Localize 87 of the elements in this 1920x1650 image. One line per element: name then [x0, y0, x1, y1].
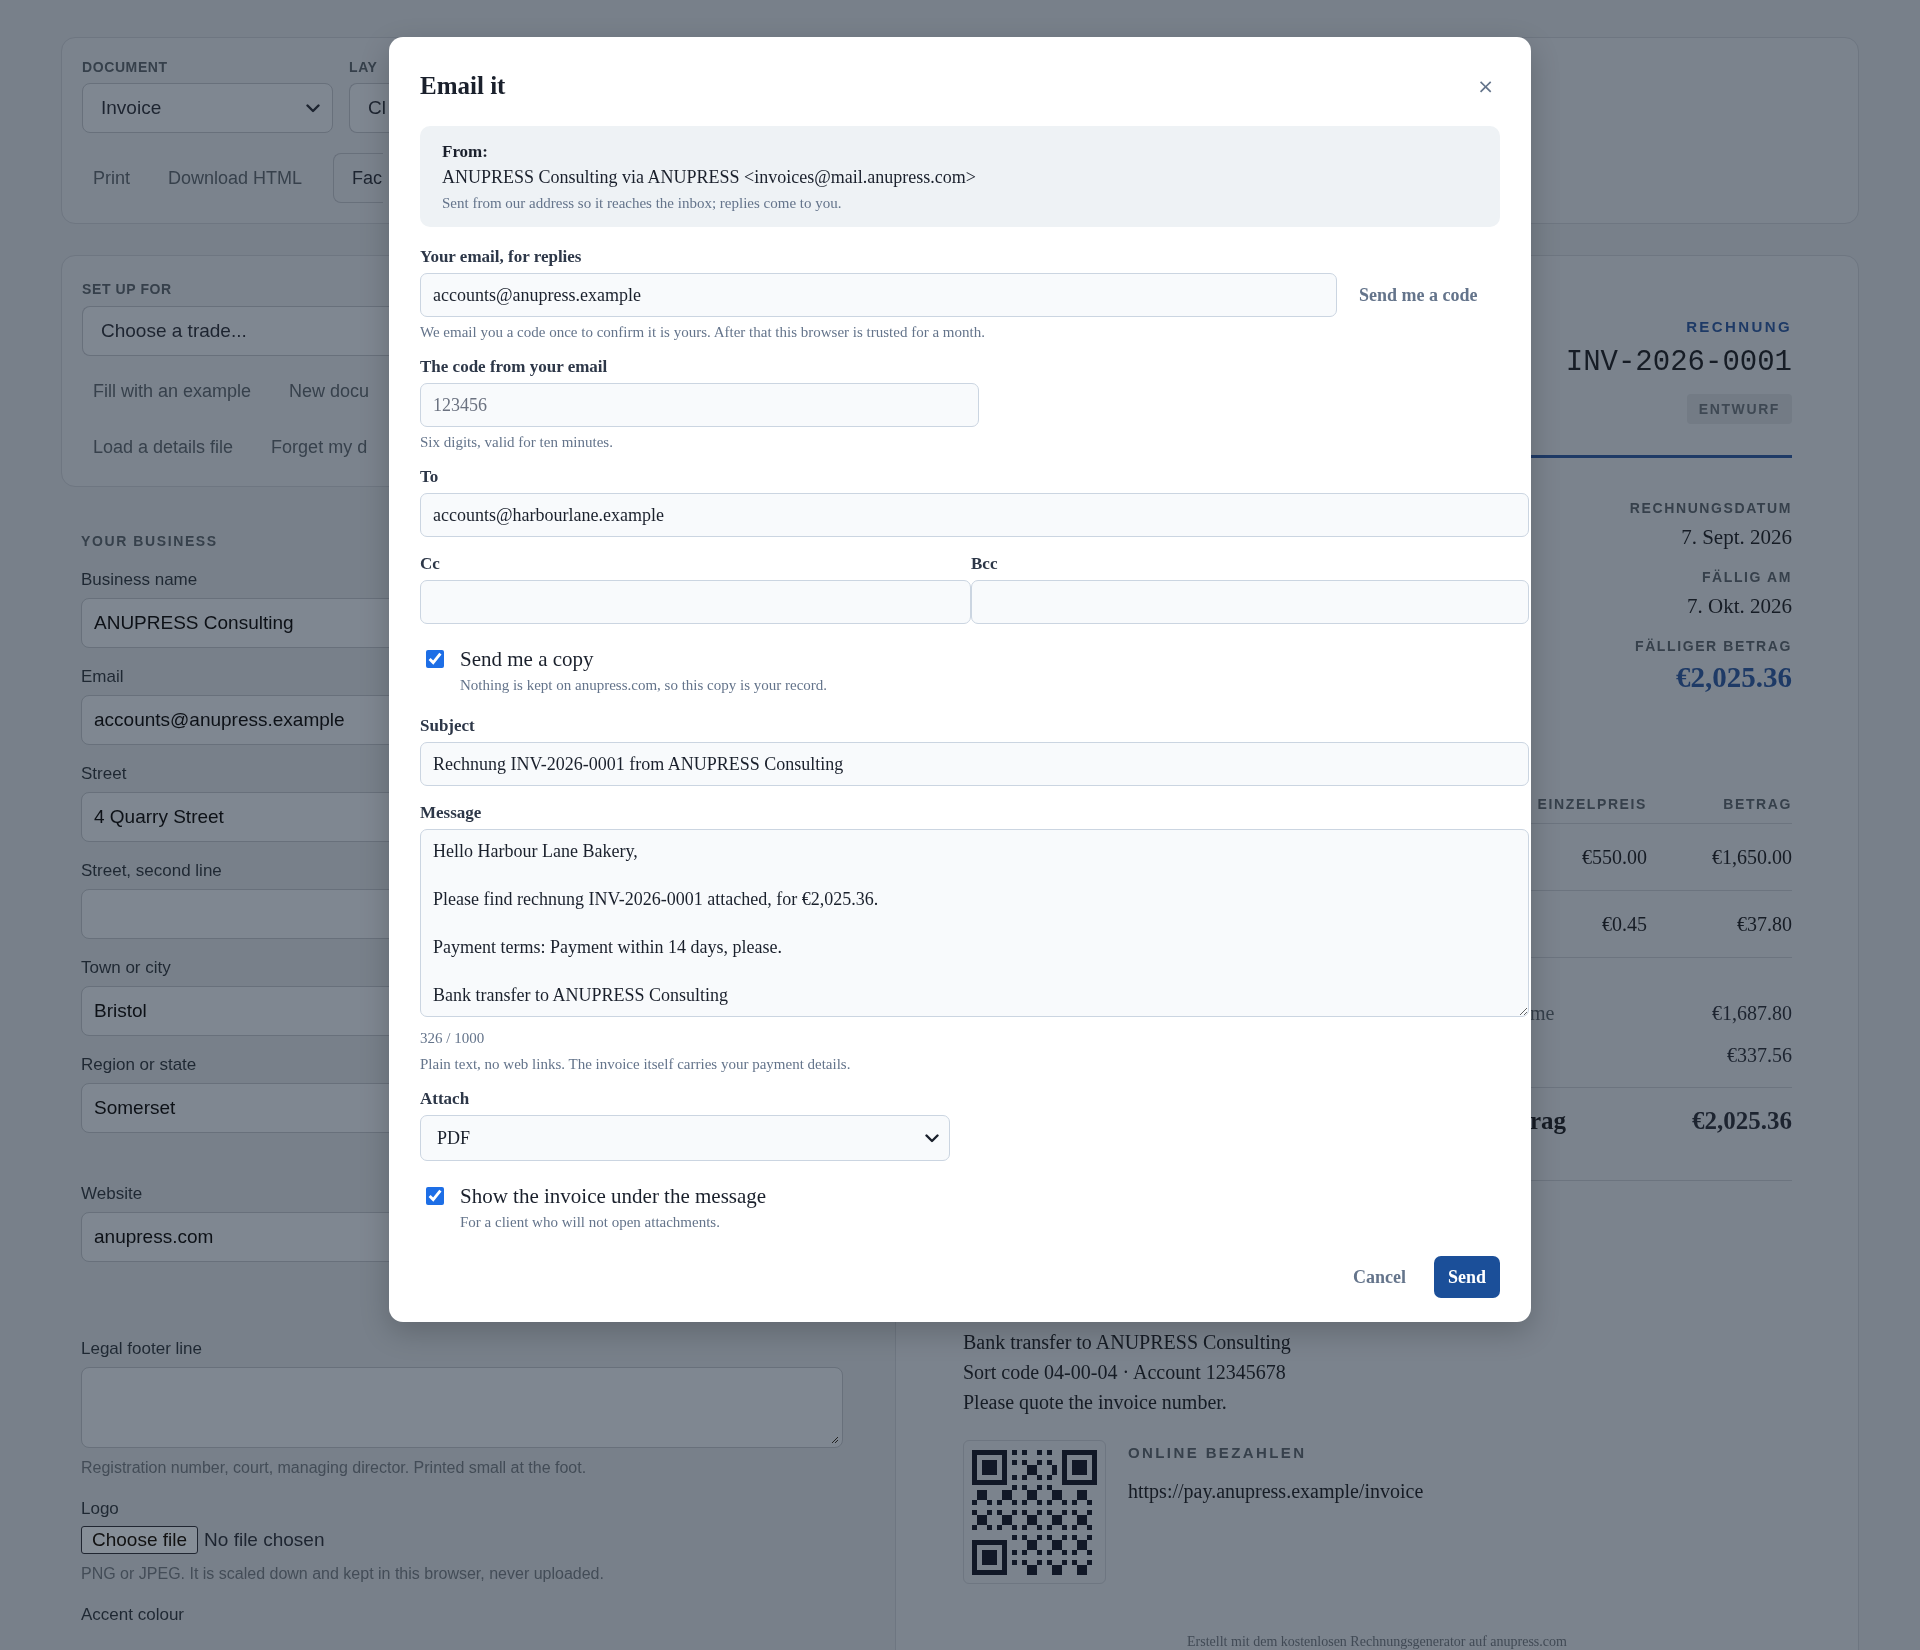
amount-due: €2,025.36	[1675, 660, 1792, 694]
field-label: The code from your email	[420, 357, 609, 377]
checkbox[interactable]	[426, 1187, 444, 1205]
hint-text: For a client who will not open attachments.	[459, 1213, 721, 1231]
field-label: Cc	[420, 554, 441, 574]
hint-text: Nothing is kept on anupress.com, so this copy is your record.	[459, 676, 829, 694]
field-label: LAY	[349, 59, 378, 75]
meta-value: 7. Okt. 2026	[1686, 593, 1792, 619]
field-label: Email	[81, 666, 124, 688]
action-button[interactable]: New docu	[278, 371, 381, 411]
checkbox-label[interactable]: Show the invoice under the message	[460, 1183, 767, 1209]
table-cell-text: €37.80	[1736, 912, 1792, 936]
total-value: €2,025.36	[1692, 1107, 1792, 1135]
subject-field[interactable]: Rechnung INV-2026-0001 from ANUPRESS Consulting	[420, 742, 1529, 786]
field-label: DOCUMENT	[82, 59, 168, 75]
hint-text: Plain text, no web links. The invoice itself carries your payment details.	[420, 1055, 852, 1073]
checkbox[interactable]	[426, 650, 444, 668]
payment-line: Sort code 04-00-04 · Account 12345678	[963, 1360, 1287, 1385]
meta-label: FÄLLIG AM	[1700, 569, 1792, 585]
dialog-title: Email it	[420, 71, 506, 101]
chevron-icon	[306, 103, 320, 113]
cc-field[interactable]	[420, 580, 971, 624]
action-button[interactable]: Load a details file	[82, 427, 245, 467]
meta-label: RECHNUNGSDATUM	[1628, 500, 1792, 516]
toolbar-button[interactable]: Download HTML	[157, 158, 314, 198]
field-label: Website	[81, 1183, 143, 1205]
chevron-icon	[925, 1133, 939, 1143]
column-header: BETRAG	[1722, 796, 1792, 812]
file-status: No file chosen	[204, 1529, 325, 1551]
layout-select[interactable]: Cl	[349, 83, 389, 133]
field-label: Business name	[81, 569, 198, 591]
close-button[interactable]: ×	[1471, 72, 1500, 100]
column-header: EINZELPREIS	[1536, 796, 1647, 812]
field-label: Street, second line	[81, 860, 222, 882]
toolbar-button[interactable]: Fac	[333, 153, 384, 203]
field-label: Town or city	[81, 957, 171, 979]
hint-text: We email you a code once to confirm it is yours. After that this browser is trusted for a month.	[420, 323, 986, 341]
section-heading: YOUR BUSINESS	[81, 533, 218, 549]
document-select[interactable]: Invoice	[82, 83, 333, 133]
total-value: €337.56	[1727, 1043, 1792, 1067]
from-label: From:	[442, 142, 489, 162]
send-code-button[interactable]: Send me a code	[1349, 276, 1488, 314]
hint-text: Sent from our address so it reaches the inbox; replies come to you.	[442, 194, 843, 213]
invoice-number: INV-2026-0001	[1564, 346, 1792, 380]
table-cell-text: €550.00	[1581, 845, 1647, 869]
resize-grip-icon[interactable]	[829, 1434, 839, 1444]
field-label: To	[420, 467, 440, 487]
attach-select[interactable]: PDF	[420, 1115, 950, 1161]
action-button[interactable]: Forget my d	[260, 427, 379, 467]
code-field[interactable]: 123456	[420, 383, 979, 427]
field-label: Subject	[420, 716, 476, 736]
online-label: ONLINE BEZAHLEN	[1128, 1444, 1308, 1462]
total-label: rag	[1530, 1107, 1567, 1135]
total-value: €1,687.80	[1712, 1001, 1792, 1025]
document-type: RECHNUNG	[1685, 318, 1792, 336]
cancel-button[interactable]: Cancel	[1338, 1256, 1420, 1298]
choose-file-button[interactable]: Choose file	[81, 1526, 199, 1554]
send-button[interactable]: Send	[1433, 1256, 1500, 1298]
field-label: Region or state	[81, 1054, 197, 1076]
from-address: ANUPRESS Consulting via ANUPRESS <invoices@mail.anupress.com>	[442, 166, 977, 189]
footer-text: Erstellt mit dem kostenlosen Rechnungsgenerator auf anupress.com	[1186, 1634, 1568, 1650]
to-field[interactable]: accounts@harbourlane.example	[420, 493, 1529, 537]
field-label: SET UP FOR	[82, 281, 172, 297]
toolbar-button[interactable]: Print	[82, 158, 141, 198]
message-field[interactable]: Hello Harbour Lane Bakery, Please find rechnung INV-2026-0001 attached, for €2,025.36. Payment terms: Payment within 14 days, please. Bank transfer to ANUPRESS Consulting	[420, 829, 1529, 1017]
field-label: Street	[81, 763, 127, 785]
table-cell-text: €0.45	[1601, 912, 1647, 936]
field-label: Accent colour	[81, 1604, 184, 1626]
payment-line: Please quote the invoice number.	[963, 1390, 1228, 1416]
table-cell-text: €1,650.00	[1711, 845, 1792, 869]
character-counter: 326 / 1000	[420, 1029, 486, 1047]
action-button[interactable]: Fill with an example	[82, 371, 263, 411]
payment-url: https://pay.anupress.example/invoice	[1128, 1480, 1424, 1503]
field-label: Logo	[81, 1498, 119, 1520]
meta-value: 7. Sept. 2026	[1680, 524, 1792, 550]
reply-email-field[interactable]: accounts@anupress.example	[420, 273, 1337, 317]
bcc-field[interactable]	[971, 580, 1529, 624]
hint-text: Six digits, valid for ten minutes.	[420, 433, 614, 451]
meta-label: FÄLLIGER BETRAG	[1634, 638, 1792, 654]
field-label: Legal footer line	[81, 1338, 202, 1360]
field-label: Bcc	[971, 554, 999, 574]
total-label: me	[1530, 1001, 1555, 1025]
field-label: Your email, for replies	[420, 247, 583, 267]
checkbox-label[interactable]: Send me a copy	[460, 646, 594, 672]
payment-line: Bank transfer to ANUPRESS Consulting	[963, 1330, 1292, 1356]
field-label: Attach	[420, 1089, 471, 1109]
field-label: Message	[420, 803, 483, 823]
